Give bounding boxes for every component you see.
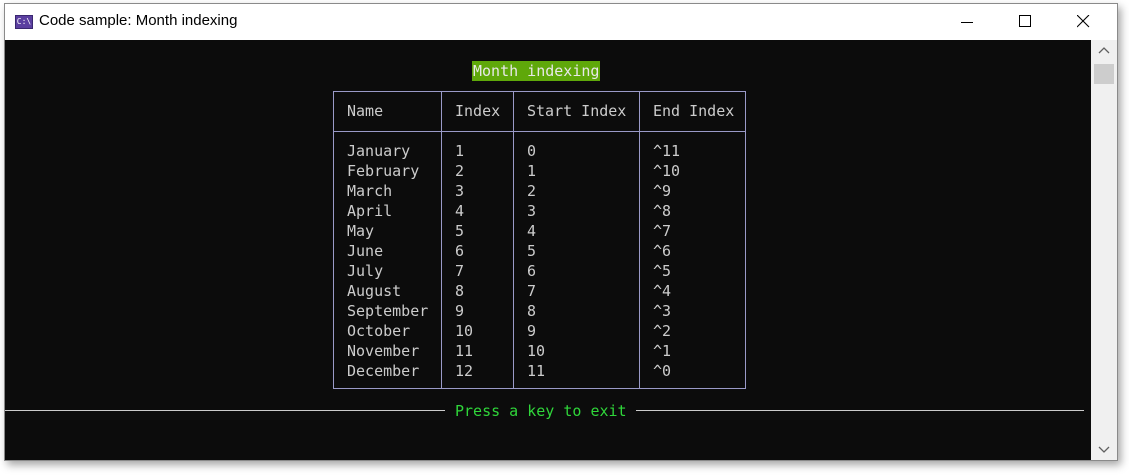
console-output[interactable]: Month indexing Name Index Start Index En…	[5, 40, 1091, 460]
cell-name: August	[347, 282, 402, 300]
cell-start-index: 9	[527, 322, 537, 340]
footer-divider-right	[636, 410, 1084, 411]
table-row: May 5 4 ^7	[334, 221, 745, 241]
cell-name: September	[347, 302, 429, 320]
footer-divider-left	[5, 410, 445, 411]
cell-start-index: 0	[527, 142, 537, 160]
cell-index: 6	[455, 242, 465, 260]
cell-index: 9	[455, 302, 465, 320]
cell-end-index: ^10	[653, 162, 681, 180]
vertical-scrollbar[interactable]	[1091, 40, 1117, 460]
close-button[interactable]	[1055, 4, 1113, 40]
cell-start-index: 8	[527, 302, 537, 320]
cell-name: May	[347, 222, 375, 240]
table-row: April 4 3 ^8	[334, 201, 745, 221]
minimize-icon	[961, 22, 973, 23]
cell-start-index: 1	[527, 162, 537, 180]
cell-end-index: ^11	[653, 142, 681, 160]
cell-index: 7	[455, 262, 465, 280]
cell-end-index: ^1	[653, 342, 672, 360]
cell-index: 5	[455, 222, 465, 240]
cell-index: 8	[455, 282, 465, 300]
table-row: June 6 5 ^6	[334, 241, 745, 261]
scroll-down-button[interactable]	[1091, 438, 1117, 460]
cell-name: November	[347, 342, 420, 360]
maximize-icon	[1019, 15, 1031, 27]
cell-index: 1	[455, 142, 465, 160]
table-row: November 11 10 ^1	[334, 341, 745, 361]
table-row: January 1 0 ^11	[334, 141, 745, 161]
cell-start-index: 10	[527, 342, 546, 360]
cell-name: January	[347, 142, 411, 160]
cell-start-index: 6	[527, 262, 537, 280]
chevron-up-icon	[1098, 47, 1110, 54]
cell-end-index: ^4	[653, 282, 672, 300]
header-divider	[334, 131, 745, 132]
footer-prompt: Press a key to exit	[455, 402, 627, 420]
cell-name: March	[347, 182, 393, 200]
cell-end-index: ^2	[653, 322, 672, 340]
cell-name: December	[347, 362, 420, 380]
console-app-icon: C:\	[15, 15, 33, 29]
title-bar[interactable]: C:\ Code sample: Month indexing	[5, 4, 1117, 40]
maximize-button[interactable]	[997, 4, 1055, 40]
cell-end-index: ^3	[653, 302, 672, 320]
close-icon	[1077, 15, 1090, 28]
column-header-start-index: Start Index	[527, 102, 627, 120]
column-header-index: Index	[455, 102, 501, 120]
cell-start-index: 7	[527, 282, 537, 300]
cell-start-index: 4	[527, 222, 537, 240]
window-title: Code sample: Month indexing	[39, 12, 238, 29]
cell-end-index: ^8	[653, 202, 672, 220]
minimize-button[interactable]	[939, 4, 997, 40]
cell-end-index: ^6	[653, 242, 672, 260]
chevron-down-icon	[1098, 446, 1110, 453]
table-row: September 9 8 ^3	[334, 301, 745, 321]
table-row: August 8 7 ^4	[334, 281, 745, 301]
scroll-up-button[interactable]	[1091, 40, 1117, 62]
table-row: February 2 1 ^10	[334, 161, 745, 181]
cell-name: July	[347, 262, 384, 280]
cell-index: 2	[455, 162, 465, 180]
scroll-thumb[interactable]	[1094, 64, 1114, 84]
cell-start-index: 3	[527, 202, 537, 220]
column-header-name: Name	[347, 102, 384, 120]
cell-start-index: 2	[527, 182, 537, 200]
cell-name: February	[347, 162, 420, 180]
cell-name: April	[347, 202, 393, 220]
cell-name: June	[347, 242, 384, 260]
cell-end-index: ^7	[653, 222, 672, 240]
cell-start-index: 11	[527, 362, 546, 380]
cell-end-index: ^9	[653, 182, 672, 200]
table-row: October 10 9 ^2	[334, 321, 745, 341]
table-row: July 7 6 ^5	[334, 261, 745, 281]
cell-index: 12	[455, 362, 474, 380]
cell-index: 10	[455, 322, 474, 340]
cell-end-index: ^0	[653, 362, 672, 380]
cell-index: 4	[455, 202, 465, 220]
table-row: December 12 11 ^0	[334, 361, 745, 381]
console-heading: Month indexing	[472, 61, 601, 81]
month-table: Name Index Start Index End Index January…	[333, 91, 746, 389]
cell-name: October	[347, 322, 411, 340]
cell-index: 3	[455, 182, 465, 200]
table-row: March 3 2 ^9	[334, 181, 745, 201]
column-header-end-index: End Index	[653, 102, 735, 120]
cell-start-index: 5	[527, 242, 537, 260]
console-window: C:\ Code sample: Month indexing Month in…	[4, 3, 1118, 461]
cell-end-index: ^5	[653, 262, 672, 280]
cell-index: 11	[455, 342, 474, 360]
